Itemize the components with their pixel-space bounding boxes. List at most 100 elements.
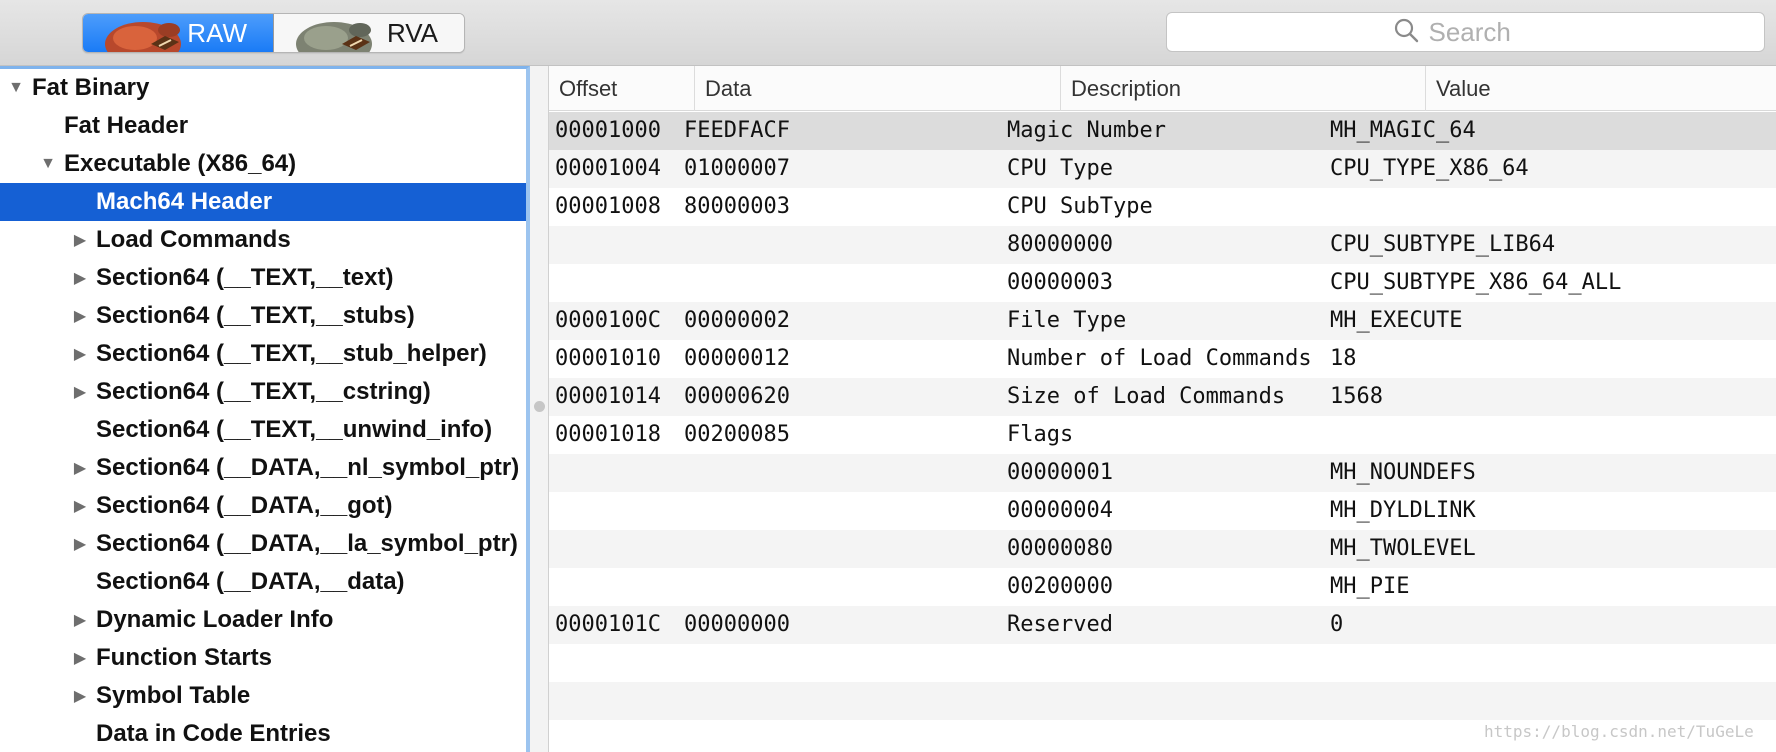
- column-header-data[interactable]: Data: [694, 66, 1060, 111]
- disclosure-open-icon[interactable]: ▼: [38, 155, 58, 173]
- table-row[interactable]: [549, 682, 1776, 720]
- disclosure-closed-icon[interactable]: ▶: [70, 686, 90, 706]
- table-row[interactable]: 00001008 80000003 CPU SubType: [549, 188, 1776, 226]
- cell-value: MH_DYLDLINK: [1330, 498, 1476, 523]
- cell-data: 00000620: [684, 384, 790, 409]
- column-header-description[interactable]: Description: [1060, 66, 1425, 111]
- cell-data: 00000012: [684, 346, 790, 371]
- tree-item[interactable]: ▶ Symbol Table: [0, 677, 526, 715]
- divider-handle[interactable]: [534, 401, 545, 412]
- table-row[interactable]: 00001004 01000007 CPU Type CPU_TYPE_X86_64: [549, 150, 1776, 188]
- tree-item[interactable]: ▶ Section64 (__TEXT,__text): [0, 259, 526, 297]
- table-row[interactable]: 80000000 CPU_SUBTYPE_LIB64: [549, 226, 1776, 264]
- cell-offset: 00001018: [555, 422, 661, 447]
- cell-value: MH_EXECUTE: [1330, 308, 1463, 333]
- cell-value: 1568: [1330, 384, 1383, 409]
- table-row[interactable]: 00200000 MH_PIE: [549, 568, 1776, 606]
- view-mode-segmented-control: RAW RVA: [82, 13, 465, 53]
- tree-item[interactable]: ▶ Section64 (__TEXT,__cstring): [0, 373, 526, 411]
- search-input[interactable]: [1428, 16, 1539, 48]
- table-row[interactable]: 00001000 FEEDFACF Magic Number MH_MAGIC_64: [549, 112, 1776, 150]
- disclosure-closed-icon[interactable]: ▶: [70, 268, 90, 288]
- table-row[interactable]: 00000003 CPU_SUBTYPE_X86_64_ALL: [549, 264, 1776, 302]
- table-row[interactable]: 00000001 MH_NOUNDEFS: [549, 454, 1776, 492]
- disclosure-closed-icon[interactable]: ▶: [70, 610, 90, 630]
- tree-item[interactable]: ▶ Dynamic Loader Info: [0, 601, 526, 639]
- disclosure-closed-icon[interactable]: ▶: [70, 648, 90, 668]
- raw-segment-button[interactable]: RAW: [83, 14, 274, 52]
- tree-item-label: Data in Code Entries: [96, 720, 331, 747]
- disclosure-closed-icon[interactable]: ▶: [70, 306, 90, 326]
- rva-segment-label: RVA: [386, 17, 438, 48]
- disclosure-closed-icon[interactable]: ▶: [70, 534, 90, 554]
- tree-item-label: Load Commands: [96, 226, 291, 253]
- tree-item[interactable]: ▶ Section64 (__DATA,__nl_symbol_ptr): [0, 449, 526, 487]
- tree-item-label: Section64 (__DATA,__data): [96, 568, 405, 595]
- tree-item[interactable]: Section64 (__DATA,__data): [0, 563, 526, 601]
- cell-data: 00000000: [684, 612, 790, 637]
- disclosure-closed-icon[interactable]: ▶: [70, 496, 90, 516]
- tree-item[interactable]: ▼ Executable (X86_64): [0, 145, 526, 183]
- tree-item-label: Mach64 Header: [96, 188, 273, 215]
- table-header: Offset Data Description Value: [549, 66, 1776, 111]
- tree-item[interactable]: Section64 (__TEXT,__unwind_info): [0, 411, 526, 449]
- tree-item-label: Function Starts: [96, 644, 273, 671]
- tree-item-label: Section64 (__TEXT,__cstring): [96, 378, 431, 405]
- table-row[interactable]: 00001014 00000620 Size of Load Commands 156…: [549, 378, 1776, 416]
- tree-item[interactable]: ▶ Section64 (__DATA,__got): [0, 487, 526, 525]
- tree-item[interactable]: ▶ Section64 (__DATA,__la_symbol_ptr): [0, 525, 526, 563]
- cell-description: 00000080: [1007, 536, 1113, 561]
- tree-item-label: Symbol Table: [96, 682, 251, 709]
- disclosure-open-icon[interactable]: ▼: [6, 79, 26, 97]
- structure-outline[interactable]: ▼ Fat Binary Fat Header ▼ Executable (X86_64…: [0, 66, 530, 752]
- rva-mode-icon: [290, 14, 390, 52]
- cell-value: MH_MAGIC_64: [1330, 118, 1476, 143]
- cell-value: CPU_SUBTYPE_LIB64: [1330, 232, 1556, 257]
- cell-description: Size of Load Commands: [1007, 384, 1286, 409]
- raw-mode-icon: [99, 14, 199, 52]
- split-view-divider[interactable]: [530, 66, 549, 752]
- tree-item[interactable]: Mach64 Header: [0, 183, 526, 221]
- cell-data: 00000002: [684, 308, 790, 333]
- cell-value: MH_NOUNDEFS: [1330, 460, 1476, 485]
- cell-description: 00000001: [1007, 460, 1113, 485]
- table-row[interactable]: [549, 644, 1776, 682]
- disclosure-closed-icon[interactable]: ▶: [70, 458, 90, 478]
- table-row[interactable]: 0000100C 00000002 File Type MH_EXECUTE: [549, 302, 1776, 340]
- search-icon: [1393, 17, 1419, 48]
- watermark: https://blog.csdn.net/TuGeLe: [1484, 722, 1754, 741]
- disclosure-closed-icon[interactable]: ▶: [70, 344, 90, 364]
- column-header-offset[interactable]: Offset: [549, 66, 694, 111]
- tree-item-label: Fat Header: [64, 112, 189, 139]
- tree-item[interactable]: ▼ Fat Binary: [0, 69, 526, 107]
- table-row[interactable]: 00000080 MH_TWOLEVEL: [549, 530, 1776, 568]
- tree-item-label: Section64 (__TEXT,__stubs): [96, 302, 415, 329]
- tree-item[interactable]: ▶ Function Starts: [0, 639, 526, 677]
- cell-value: MH_PIE: [1330, 574, 1410, 599]
- tree-item[interactable]: ▶ Section64 (__TEXT,__stubs): [0, 297, 526, 335]
- disclosure-closed-icon[interactable]: ▶: [70, 230, 90, 250]
- cell-description: 00000004: [1007, 498, 1113, 523]
- cell-offset: 00001004: [555, 156, 661, 181]
- cell-description: Reserved: [1007, 612, 1113, 637]
- cell-offset: 0000100C: [555, 308, 661, 333]
- disclosure-closed-icon[interactable]: ▶: [70, 382, 90, 402]
- tree-item[interactable]: ▶ Load Commands: [0, 221, 526, 259]
- cell-offset: 00001014: [555, 384, 661, 409]
- column-header-value[interactable]: Value: [1425, 66, 1776, 111]
- cell-offset: 00001008: [555, 194, 661, 219]
- table-row[interactable]: 00001010 00000012 Number of Load Commands 1…: [549, 340, 1776, 378]
- table-row[interactable]: 00001018 00200085 Flags: [549, 416, 1776, 454]
- rva-segment-button[interactable]: RVA: [274, 14, 464, 52]
- tree-item-label: Section64 (__DATA,__la_symbol_ptr): [96, 530, 518, 557]
- tree-item-label: Section64 (__TEXT,__text): [96, 264, 394, 291]
- cell-offset: 0000101C: [555, 612, 661, 637]
- table-row[interactable]: 0000101C 00000000 Reserved 0: [549, 606, 1776, 644]
- cell-description: File Type: [1007, 308, 1127, 333]
- tree-item[interactable]: Fat Header: [0, 107, 526, 145]
- cell-data: 01000007: [684, 156, 790, 181]
- tree-item[interactable]: ▶ Section64 (__TEXT,__stub_helper): [0, 335, 526, 373]
- table-row[interactable]: 00000004 MH_DYLDLINK: [549, 492, 1776, 530]
- tree-item[interactable]: Data in Code Entries: [0, 715, 526, 752]
- search-field[interactable]: [1166, 12, 1765, 52]
